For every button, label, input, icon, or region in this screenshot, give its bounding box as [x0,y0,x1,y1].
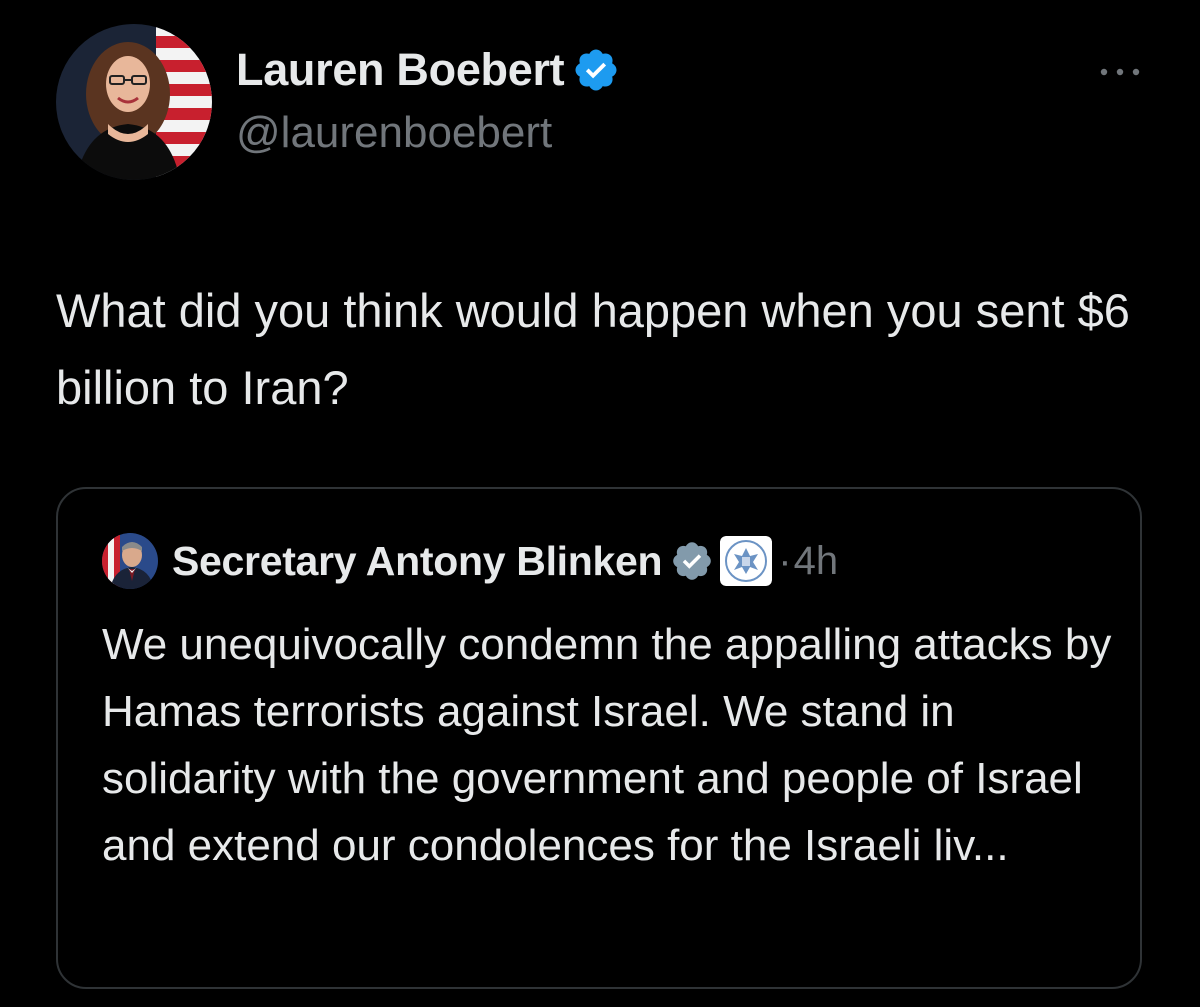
quoted-time-separator: · [778,538,792,583]
tweet-text: What did you think would happen when you… [56,284,1130,414]
verified-badge-icon [575,49,617,91]
quoted-tweet-time[interactable]: 4h [794,539,839,584]
author-handle[interactable]: @laurenboebert [236,108,552,158]
quoted-tweet-header: Secretary Antony Blinken · 4h [102,533,838,589]
author-avatar-image [56,24,212,180]
quoted-tweet-card[interactable]: Secretary Antony Blinken · 4h We unequiv… [56,487,1142,989]
verified-badge-gray-icon [673,542,712,580]
quoted-tweet-text: We unequivocally condemn the appalling a… [102,620,1112,870]
quoted-author-avatar-image [102,533,158,589]
author-name[interactable]: Lauren Boebert [236,44,565,96]
tweet: Lauren Boebert @laurenboebert What did y… [0,0,1200,1007]
quoted-author-name[interactable]: Secretary Antony Blinken [172,538,663,585]
state-department-seal-icon [720,536,773,586]
author-avatar[interactable] [56,24,212,180]
quoted-author-avatar[interactable] [102,533,158,589]
author-name-row: Lauren Boebert [236,42,620,98]
more-horizontal-icon[interactable] [1098,60,1142,84]
